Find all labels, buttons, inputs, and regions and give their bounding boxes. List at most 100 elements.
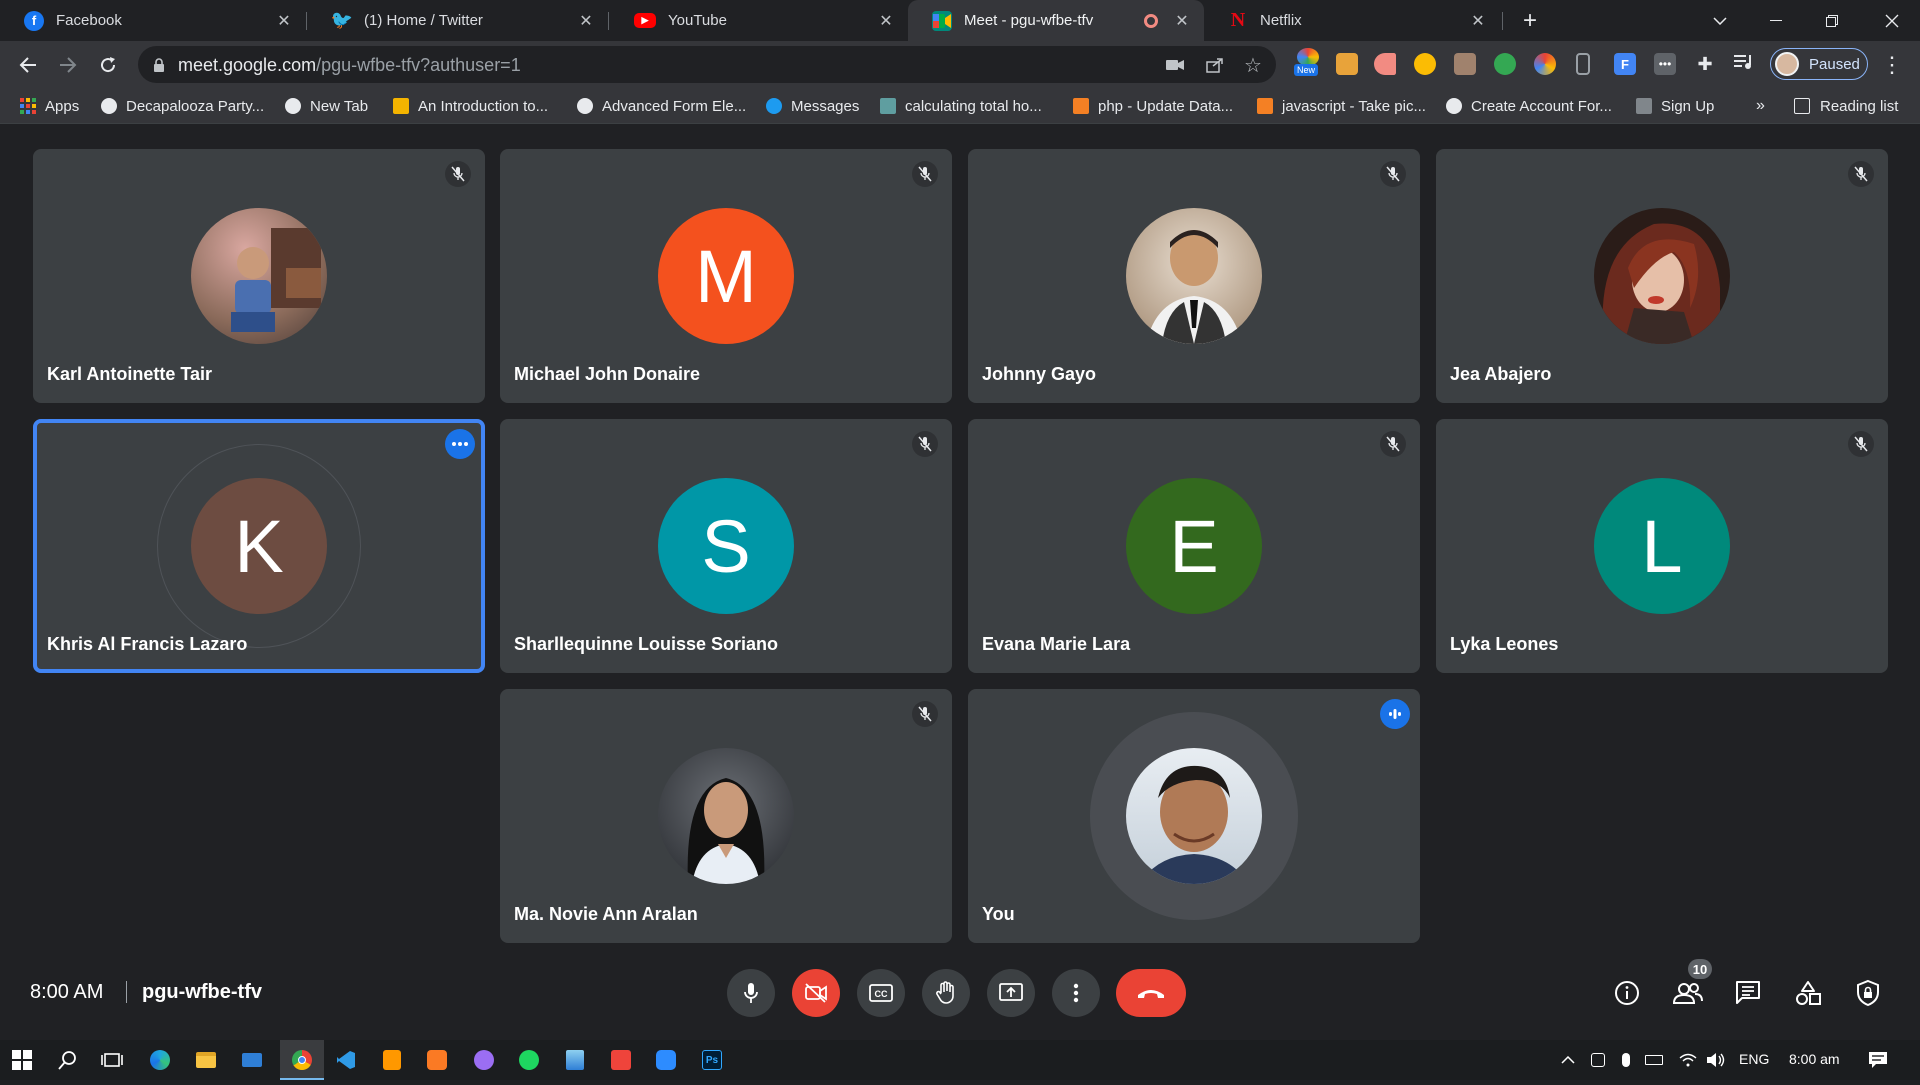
extension-icon[interactable] <box>1374 53 1396 75</box>
language-indicator[interactable]: ENG <box>1739 1051 1769 1067</box>
search-icon[interactable] <box>56 1048 80 1072</box>
extension-icon[interactable]: ••• <box>1654 53 1676 75</box>
photoshop-icon[interactable]: Ps <box>700 1048 724 1072</box>
participants-button[interactable] <box>1670 975 1706 1011</box>
camera-button[interactable] <box>792 969 840 1017</box>
chrome-icon[interactable] <box>290 1048 314 1072</box>
participant-tile[interactable]: E Evana Marie Lara <box>968 419 1420 673</box>
chevron-up-icon[interactable] <box>1556 1048 1580 1072</box>
more-options-icon[interactable] <box>445 429 475 459</box>
notifications-icon[interactable] <box>1866 1048 1890 1072</box>
tab-search-button[interactable] <box>1692 0 1748 41</box>
restore-button[interactable] <box>1804 0 1860 41</box>
lock-icon[interactable] <box>148 54 170 76</box>
back-button[interactable] <box>12 49 44 81</box>
tab-facebook[interactable]: f Facebook ✕ <box>0 0 306 41</box>
present-screen-button[interactable] <box>987 969 1035 1017</box>
close-icon[interactable]: ✕ <box>1172 11 1192 31</box>
bookmark-item[interactable]: Create Account For... <box>1446 96 1612 116</box>
bookmark-item[interactable]: Messages <box>766 96 859 116</box>
info-icon <box>1615 981 1639 1005</box>
bookmark-item[interactable]: An Introduction to... <box>393 96 548 116</box>
mic-tray-icon[interactable] <box>1614 1048 1638 1072</box>
reload-button[interactable] <box>92 49 124 81</box>
extension-icon[interactable] <box>1454 53 1476 75</box>
host-controls-button[interactable] <box>1850 975 1886 1011</box>
xampp-icon[interactable] <box>425 1048 449 1072</box>
battery-icon[interactable] <box>1642 1048 1666 1072</box>
participant-tile[interactable]: M Michael John Donaire <box>500 149 952 403</box>
participant-tile-active-speaker[interactable]: K Khris Al Francis Lazaro <box>33 419 485 673</box>
extension-icon[interactable] <box>1414 53 1436 75</box>
close-icon[interactable]: ✕ <box>876 11 896 31</box>
sublime-text-icon[interactable] <box>380 1048 404 1072</box>
minimize-button[interactable] <box>1748 0 1804 41</box>
windows-start-icon[interactable] <box>10 1048 34 1072</box>
bookmark-item[interactable]: javascript - Take pic... <box>1257 96 1426 116</box>
address-bar[interactable]: meet.google.com/pgu-wfbe-tfv?authuser=1 … <box>138 46 1276 83</box>
leave-call-button[interactable] <box>1116 969 1186 1017</box>
installer-icon[interactable] <box>563 1048 587 1072</box>
meeting-details-button[interactable] <box>1609 975 1645 1011</box>
recording-indicator-icon <box>1144 13 1158 28</box>
raise-hand-button[interactable] <box>922 969 970 1017</box>
spotify-icon[interactable] <box>517 1048 541 1072</box>
more-vert-icon[interactable]: ⋮ <box>1876 49 1908 81</box>
tab-twitter[interactable]: 🐦 (1) Home / Twitter ✕ <box>308 0 608 41</box>
participant-tile[interactable]: Karl Antoinette Tair <box>33 149 485 403</box>
more-options-button[interactable] <box>1052 969 1100 1017</box>
bookmark-apps[interactable]: Apps <box>20 96 79 116</box>
close-icon[interactable]: ✕ <box>1468 11 1488 31</box>
participant-tile[interactable]: Jea Abajero <box>1436 149 1888 403</box>
task-view-icon[interactable] <box>100 1048 124 1072</box>
camera-tray-icon[interactable] <box>1586 1048 1610 1072</box>
close-icon[interactable]: ✕ <box>274 11 294 31</box>
mail-icon[interactable] <box>240 1048 264 1072</box>
extension-icon[interactable] <box>1336 53 1358 75</box>
bookmark-item[interactable]: Sign Up <box>1636 96 1714 116</box>
bookmark-item[interactable]: New Tab <box>285 96 368 116</box>
bookmarks-overflow-button[interactable]: » <box>1756 96 1765 116</box>
participant-tile-self[interactable]: You <box>968 689 1420 943</box>
github-desktop-icon[interactable] <box>472 1048 496 1072</box>
volume-icon[interactable] <box>1704 1048 1728 1072</box>
camera-in-use-icon[interactable] <box>1164 54 1186 76</box>
chat-button[interactable] <box>1730 975 1766 1011</box>
bookmark-item[interactable]: php - Update Data... <box>1073 96 1233 116</box>
edge-icon[interactable] <box>148 1048 172 1072</box>
new-tab-button[interactable]: + <box>1516 7 1544 34</box>
captions-button[interactable]: CC <box>857 969 905 1017</box>
participant-tile[interactable]: S Sharllequinne Louisse Soriano <box>500 419 952 673</box>
activities-button[interactable] <box>1790 975 1826 1011</box>
puzzle-icon[interactable]: ✚ <box>1694 53 1716 75</box>
extension-new-icon[interactable]: New <box>1294 48 1320 76</box>
anydesk-icon[interactable] <box>609 1048 633 1072</box>
bookmark-star-icon[interactable]: ☆ <box>1242 54 1264 77</box>
extension-icon[interactable] <box>1534 53 1556 75</box>
bookmark-item[interactable]: Advanced Form Ele... <box>577 96 746 116</box>
zoom-icon[interactable] <box>654 1048 678 1072</box>
tab-youtube[interactable]: ▶ YouTube ✕ <box>610 0 908 41</box>
extension-icon[interactable] <box>1494 53 1516 75</box>
wifi-icon[interactable] <box>1676 1048 1700 1072</box>
system-clock[interactable]: 8:00 am <box>1789 1051 1840 1067</box>
tab-meet[interactable]: Meet - pgu-wfbe-tfv ✕ <box>908 0 1204 41</box>
close-window-button[interactable] <box>1864 0 1920 41</box>
participant-tile[interactable]: Ma. Novie Ann Aralan <box>500 689 952 943</box>
device-icon[interactable] <box>1576 53 1590 75</box>
forward-button[interactable] <box>52 49 84 81</box>
media-control-icon[interactable] <box>1734 53 1756 75</box>
close-icon[interactable]: ✕ <box>576 11 596 31</box>
tab-netflix[interactable]: N Netflix ✕ <box>1204 0 1500 41</box>
bookmark-item[interactable]: Decapalooza Party... <box>101 96 264 116</box>
bookmark-item[interactable]: calculating total ho... <box>880 96 1042 116</box>
extension-icon[interactable]: F <box>1614 53 1636 75</box>
microphone-button[interactable] <box>727 969 775 1017</box>
vscode-icon[interactable] <box>334 1048 358 1072</box>
participant-tile[interactable]: Johnny Gayo <box>968 149 1420 403</box>
participant-tile[interactable]: L Lyka Leones <box>1436 419 1888 673</box>
file-explorer-icon[interactable] <box>194 1048 218 1072</box>
share-icon[interactable] <box>1204 54 1226 76</box>
reading-list-button[interactable]: Reading list <box>1794 96 1898 116</box>
profile-button[interactable]: Paused <box>1770 48 1868 80</box>
